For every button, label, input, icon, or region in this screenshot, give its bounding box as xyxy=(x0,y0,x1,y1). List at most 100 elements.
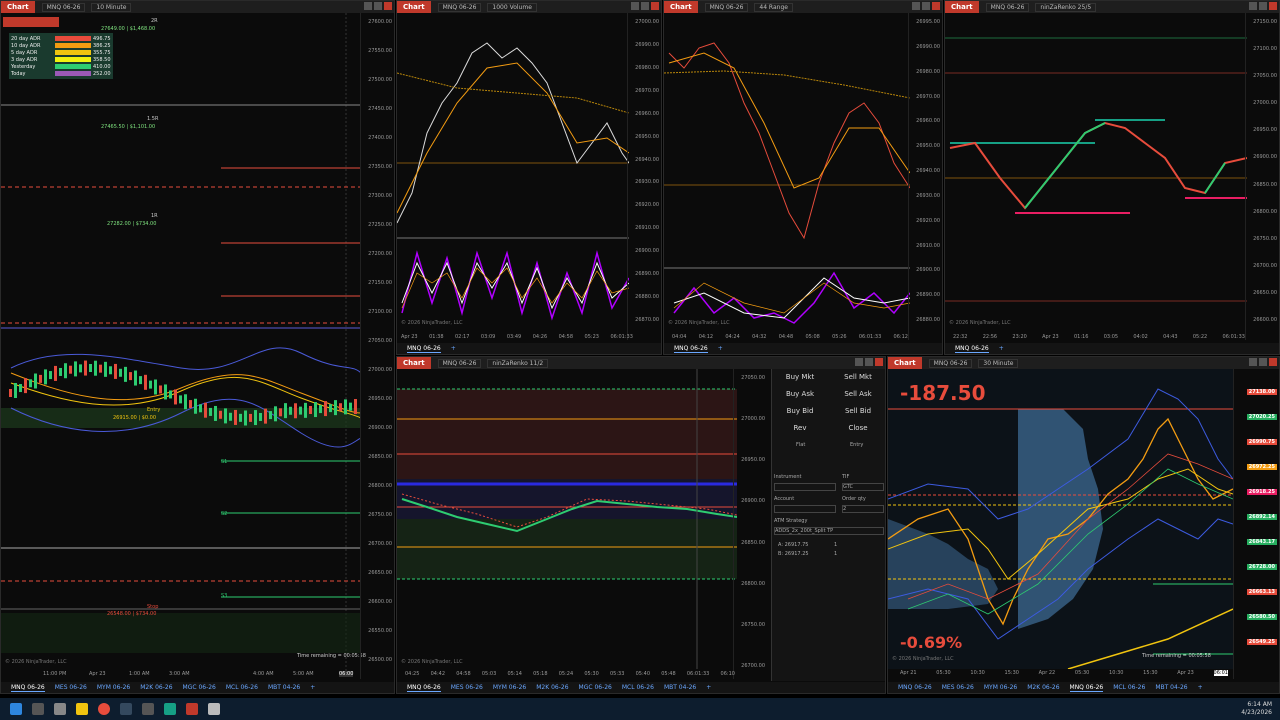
tab-mgc[interactable]: MGC 06-26 xyxy=(579,684,612,691)
period-selector[interactable]: 44 Range xyxy=(754,2,793,12)
windows-start-icon[interactable] xyxy=(10,703,22,715)
tab-mcl[interactable]: MCL 06-26 xyxy=(226,684,258,691)
order-qty-stepper[interactable]: 2 xyxy=(842,505,884,513)
price-plot[interactable] xyxy=(664,13,910,329)
tab-mcl[interactable]: MCL 06-26 xyxy=(1113,684,1145,691)
instrument-selector[interactable]: MNQ 06-26 xyxy=(437,358,482,368)
tab-m2k[interactable]: M2K 06-26 xyxy=(536,684,568,691)
chart-titlebar[interactable]: Chart MNQ 06-26 ninZaRenko 25/5 xyxy=(945,1,1279,13)
time-axis[interactable]: 04:04 04:12 04:24 04:32 04:48 05:08 05:26 06:01… xyxy=(672,334,908,340)
instrument-tab-strip[interactable]: MNQ 06-26 MES 06-26 MYM 06-26 M2K 06-26 … xyxy=(1,682,394,693)
tab-mbt[interactable]: MBT 04-26 xyxy=(664,684,696,691)
instrument-tab-strip[interactable]: MNQ 06-26 + xyxy=(945,343,1279,354)
price-axis[interactable]: 27138.00 27020.25 26990.75 26972.25 26918.25… xyxy=(1233,369,1279,679)
maximize-icon[interactable] xyxy=(1259,2,1267,10)
buy-ask-button[interactable]: Buy Ask xyxy=(772,390,828,398)
tif-select[interactable]: GTC xyxy=(842,483,884,491)
tab-mnq[interactable]: MNQ 06-26 xyxy=(407,684,441,692)
close-icon[interactable] xyxy=(1269,2,1277,10)
period-selector[interactable]: ninZaRenko 25/5 xyxy=(1035,2,1097,12)
instrument-tab-strip[interactable]: MNQ 06-26 MES 06-26 MYM 06-26 M2K 06-26 … xyxy=(888,682,1279,693)
period-selector[interactable]: 1000 Volume xyxy=(487,2,537,12)
instrument-field[interactable] xyxy=(774,483,836,491)
tab-m2k[interactable]: M2K 06-26 xyxy=(1027,684,1059,691)
time-axis[interactable]: 22:32 22:56 23:20 Apr 23 01:16 03:05 04:02 04:4… xyxy=(953,334,1245,340)
minimize-icon[interactable] xyxy=(855,358,863,366)
minimize-icon[interactable] xyxy=(631,2,639,10)
price-axis[interactable]: 26995.00 26990.00 26980.00 26970.00 26960.00… xyxy=(908,13,942,340)
app-icon[interactable] xyxy=(142,703,154,715)
price-plot[interactable] xyxy=(1,13,361,673)
minimize-icon[interactable] xyxy=(1249,358,1257,366)
price-axis[interactable]: 27050.00 27000.00 26950.00 26900.00 26850.00… xyxy=(733,369,767,679)
account-select[interactable] xyxy=(774,505,836,513)
maximize-icon[interactable] xyxy=(374,2,382,10)
sell-market-button[interactable]: Sell Mkt xyxy=(830,373,885,381)
close-position-button[interactable]: Close xyxy=(830,424,885,432)
app-icon[interactable] xyxy=(208,703,220,715)
price-plot[interactable] xyxy=(945,13,1247,329)
app-icon[interactable] xyxy=(164,703,176,715)
time-axis[interactable]: Apr 23 11:00 PM 1:00 AM 3:00 AM 4:00 AM … xyxy=(1,671,361,681)
price-axis[interactable]: 27000.00 26990.00 26980.00 26970.00 26960.00… xyxy=(627,13,661,340)
tab-mes[interactable]: MES 06-26 xyxy=(451,684,483,691)
file-explorer-icon[interactable] xyxy=(76,703,88,715)
time-axis[interactable]: Apr 21 05:30 10:30 15:30 Apr 22 05:30 10:30 15:… xyxy=(900,670,1228,676)
tab-mnq[interactable]: MNQ 06-26 xyxy=(674,345,708,353)
instrument-selector[interactable]: MNQ 06-26 xyxy=(704,2,749,12)
add-tab-button[interactable]: + xyxy=(451,345,456,352)
ninjatrader-icon[interactable] xyxy=(186,703,198,715)
chart-titlebar[interactable]: Chart MNQ 06-26 44 Range xyxy=(664,1,942,13)
tab-mym[interactable]: MYM 06-26 xyxy=(97,684,130,691)
system-clock[interactable]: 6:14 AM 4/23/2026 xyxy=(1241,701,1272,717)
search-icon[interactable] xyxy=(32,703,44,715)
atm-strategy-select[interactable]: ADDS_2x_200t_Split TP xyxy=(774,527,884,535)
instrument-tab-strip[interactable]: MNQ 06-26 + xyxy=(397,343,661,354)
period-selector[interactable]: 10 Minute xyxy=(91,2,132,12)
price-axis[interactable]: 27600.00 27550.00 27500.00 27450.00 27400.00… xyxy=(360,13,394,679)
reverse-button[interactable]: Rev xyxy=(772,424,828,432)
buy-bid-button[interactable]: Buy Bid xyxy=(772,407,828,415)
chart-titlebar[interactable]: Chart MNQ 06-26 1000 Volume xyxy=(397,1,661,13)
maximize-icon[interactable] xyxy=(641,2,649,10)
tab-mym[interactable]: MYM 06-26 xyxy=(984,684,1017,691)
close-icon[interactable] xyxy=(384,2,392,10)
instrument-selector[interactable]: MNQ 06-26 xyxy=(437,2,482,12)
add-tab-button[interactable]: + xyxy=(1198,684,1203,691)
tab-mnq[interactable]: MNQ 06-26 xyxy=(955,345,989,353)
instrument-selector[interactable]: MNQ 06-26 xyxy=(985,2,1030,12)
minimize-icon[interactable] xyxy=(1249,2,1257,10)
tab-mbt[interactable]: MBT 04-26 xyxy=(1155,684,1187,691)
time-axis[interactable]: 04:25 04:42 04:58 05:03 05:14 05:18 05:24 05:30… xyxy=(405,671,735,677)
browser-icon[interactable] xyxy=(98,703,110,715)
price-axis[interactable]: 27150.00 27100.00 27050.00 27000.00 26950.00… xyxy=(1245,13,1279,340)
tab-mnq[interactable]: MNQ 06-26 xyxy=(407,345,441,353)
close-icon[interactable] xyxy=(932,2,940,10)
buy-market-button[interactable]: Buy Mkt xyxy=(772,373,828,381)
period-selector[interactable]: 30 Minute xyxy=(978,358,1019,368)
add-tab-button[interactable]: + xyxy=(706,684,711,691)
minimize-icon[interactable] xyxy=(912,2,920,10)
tab-mnq[interactable]: MNQ 06-26 xyxy=(11,684,45,692)
sell-ask-button[interactable]: Sell Ask xyxy=(830,390,885,398)
tab-mgc[interactable]: MGC 06-26 xyxy=(183,684,216,691)
tab-mnq-active[interactable]: MNQ 06-26 xyxy=(1069,684,1104,692)
chart-titlebar[interactable]: Chart MNQ 06-26 10 Minute xyxy=(1,1,394,13)
instrument-tab-strip[interactable]: MNQ 06-26 + xyxy=(664,343,942,354)
price-plot[interactable] xyxy=(397,13,629,329)
close-icon[interactable] xyxy=(651,2,659,10)
tab-mcl[interactable]: MCL 06-26 xyxy=(622,684,654,691)
maximize-icon[interactable] xyxy=(865,358,873,366)
instrument-selector[interactable]: MNQ 06-26 xyxy=(41,2,86,12)
task-view-icon[interactable] xyxy=(54,703,66,715)
close-icon[interactable] xyxy=(875,358,883,366)
sell-bid-button[interactable]: Sell Bid xyxy=(830,407,885,415)
tab-mes[interactable]: MES 06-26 xyxy=(942,684,974,691)
chart-titlebar[interactable]: Chart MNQ 06-26 ninZaRenko 11/2 xyxy=(397,357,885,369)
add-tab-button[interactable]: + xyxy=(718,345,723,352)
close-icon[interactable] xyxy=(1269,358,1277,366)
tab-m2k[interactable]: M2K 06-26 xyxy=(140,684,172,691)
maximize-icon[interactable] xyxy=(1259,358,1267,366)
add-tab-button[interactable]: + xyxy=(310,684,315,691)
tab-mes[interactable]: MES 06-26 xyxy=(55,684,87,691)
